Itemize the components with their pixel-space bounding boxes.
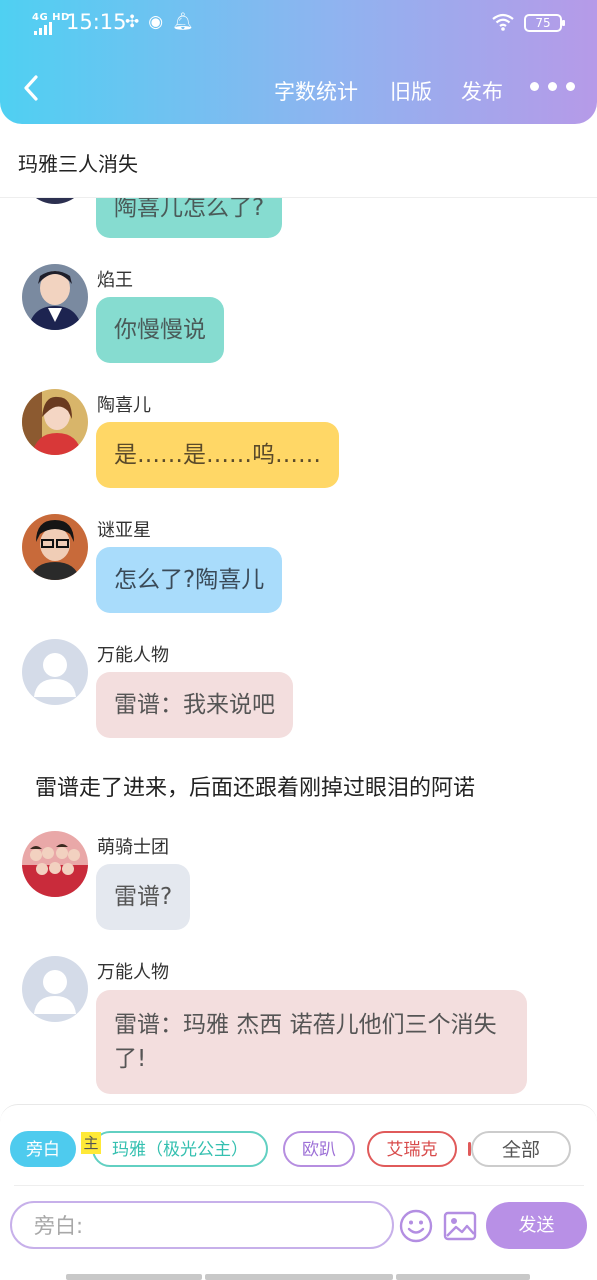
nav-bar-segment bbox=[396, 1274, 530, 1280]
avatar[interactable] bbox=[22, 264, 88, 330]
role-chip-aside[interactable]: 旁白 bbox=[10, 1131, 76, 1167]
sender-name: 万能人物 bbox=[97, 962, 169, 983]
word-count-button[interactable]: 字数统计 bbox=[274, 76, 358, 106]
chat-list[interactable]: 陶喜儿怎么了? 焰王 你慢慢说 陶喜儿 是……是……呜…… 谜亚星 怎么了?陶喜… bbox=[0, 198, 597, 1104]
battery-icon: 75 bbox=[524, 14, 565, 32]
message-bubble[interactable]: 怎么了?陶喜儿 bbox=[96, 547, 283, 613]
role-chip-all[interactable]: 全部 bbox=[471, 1131, 571, 1167]
sender-name: 万能人物 bbox=[97, 645, 169, 666]
avatar[interactable] bbox=[22, 514, 88, 580]
avatar[interactable] bbox=[22, 389, 88, 455]
avatar[interactable] bbox=[22, 831, 88, 897]
default-user-avatar[interactable] bbox=[22, 639, 88, 705]
image-icon[interactable] bbox=[443, 1211, 477, 1241]
message-bubble[interactable]: 雷谱? bbox=[96, 864, 191, 930]
speedometer-icon: ◉ bbox=[148, 12, 164, 32]
message-input[interactable] bbox=[34, 1211, 374, 1241]
default-user-avatar[interactable] bbox=[22, 956, 88, 1022]
chevron-left-icon bbox=[24, 75, 38, 101]
role-chip-maya[interactable]: 玛雅（极光公主） bbox=[92, 1131, 268, 1167]
sender-name: 谜亚星 bbox=[97, 520, 151, 541]
back-button[interactable] bbox=[20, 72, 44, 106]
narration-text[interactable]: 雷谱走了进来，后面还跟着刚掉过眼泪的阿诺 bbox=[35, 770, 475, 802]
message-bubble[interactable]: 是……是……呜…… bbox=[96, 422, 339, 488]
wifi-icon bbox=[492, 13, 514, 36]
status-icons: ✣ ◉ 🔔︎ bbox=[125, 12, 194, 32]
role-chip-ariko[interactable]: 艾瑞克 bbox=[367, 1131, 457, 1167]
message-input-box[interactable] bbox=[10, 1201, 394, 1249]
nav-bar-segment bbox=[205, 1274, 393, 1280]
bell-icon: 🔔︎ bbox=[172, 12, 194, 32]
nav-bar-segment bbox=[66, 1274, 202, 1280]
fan-icon: ✣ bbox=[125, 12, 140, 32]
story-title: 玛雅三人消失 bbox=[18, 152, 138, 176]
sender-name: 萌骑士团 bbox=[97, 837, 169, 858]
status-time: 15:15 bbox=[66, 10, 127, 34]
avatar[interactable] bbox=[22, 198, 88, 204]
divider bbox=[14, 1185, 584, 1186]
host-tag: 主 bbox=[81, 1132, 101, 1154]
publish-button[interactable]: 发布 bbox=[461, 76, 503, 106]
message-bubble[interactable]: 雷谱：玛雅 杰西 诺蓓儿他们三个消失了! bbox=[96, 990, 527, 1094]
app-header: 4G HD 15:15 ✣ ◉ 🔔︎ 75 字数统计 旧版 发布 bbox=[0, 0, 597, 124]
sender-name: 陶喜儿 bbox=[97, 395, 151, 416]
old-version-button[interactable]: 旧版 bbox=[390, 76, 432, 106]
role-chip-oubao[interactable]: 欧趴 bbox=[283, 1131, 355, 1167]
message-bubble[interactable]: 你慢慢说 bbox=[96, 297, 224, 363]
more-dots-icon[interactable] bbox=[530, 82, 575, 91]
emoji-icon[interactable] bbox=[399, 1209, 433, 1243]
message-bubble[interactable]: 陶喜儿怎么了? bbox=[96, 198, 283, 238]
send-button[interactable]: 发送 bbox=[486, 1202, 587, 1249]
sender-name: 焰王 bbox=[97, 270, 133, 291]
message-bubble[interactable]: 雷谱：我来说吧 bbox=[96, 672, 293, 738]
signal-icon bbox=[34, 22, 52, 35]
status-bar: 4G HD 15:15 ✣ ◉ 🔔︎ 75 bbox=[0, 0, 597, 46]
